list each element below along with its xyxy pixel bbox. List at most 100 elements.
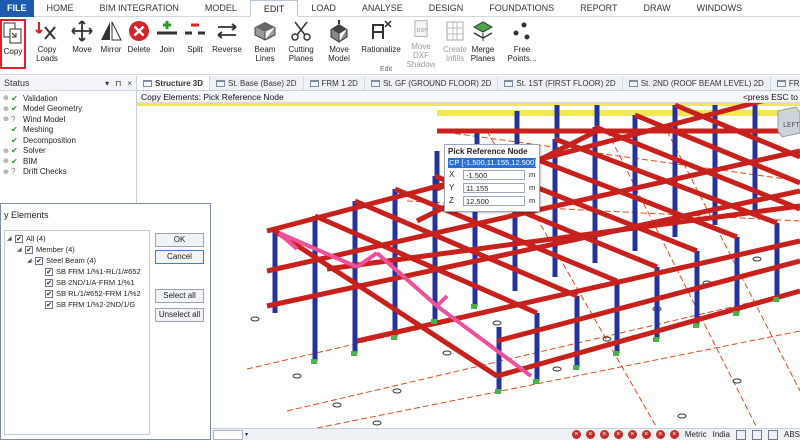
- command-input[interactable]: [213, 429, 243, 440]
- copy-button[interactable]: Copy: [0, 19, 26, 69]
- menu-tab-model[interactable]: MODEL: [192, 0, 250, 17]
- split-button[interactable]: Split: [183, 19, 207, 69]
- rationalize-button[interactable]: Rationalize: [361, 19, 401, 69]
- collapse-icon[interactable]: ◢: [27, 257, 35, 264]
- checkbox-checked[interactable]: ✔: [25, 245, 33, 254]
- expand-icon[interactable]: ⊕: [3, 105, 11, 113]
- checkbox-checked[interactable]: ✔: [45, 267, 53, 276]
- collapse-icon[interactable]: ◢: [17, 246, 25, 253]
- mirror-button[interactable]: Mirror: [98, 19, 124, 69]
- snap-toggle-icon[interactable]: ×: [641, 430, 651, 439]
- menu-tab-foundations[interactable]: FOUNDATIONS: [476, 0, 567, 17]
- status-item-decomposition[interactable]: ✔ Decomposition: [0, 135, 136, 146]
- free-points-button[interactable]: Free Points...: [499, 19, 545, 69]
- panel-pin-icon[interactable]: ⊓: [115, 79, 121, 88]
- menu-tab-windows[interactable]: WINDOWS: [684, 0, 756, 17]
- status-item-meshing[interactable]: ✔ Meshing: [0, 125, 136, 136]
- status-item-bim[interactable]: ⊕ ✔ BIM: [0, 156, 136, 167]
- select-all-button[interactable]: Select all: [155, 289, 204, 303]
- cutting-planes-button[interactable]: Cutting Planes: [287, 19, 315, 69]
- status-item-solver[interactable]: ⊕ ✔ Solver: [0, 146, 136, 157]
- checkbox-checked[interactable]: ✔: [45, 278, 53, 287]
- create-infills-button[interactable]: Create Infills: [442, 19, 468, 69]
- scissors-icon: [291, 21, 311, 41]
- tree-item-steel-beam[interactable]: ◢ ✔ Steel Beam (4): [5, 255, 149, 266]
- red-beams: [266, 91, 800, 379]
- snap-toggle-icon[interactable]: ×: [613, 430, 623, 439]
- tab-structure-3d[interactable]: Structure 3D: [137, 76, 211, 90]
- menu-tab-design[interactable]: DESIGN: [416, 0, 477, 17]
- menu-tab-home[interactable]: HOME: [34, 0, 87, 17]
- tab-st-base-2d[interactable]: St. Base (Base) 2D: [210, 76, 304, 90]
- region-label[interactable]: India: [713, 430, 730, 439]
- menu-tab-report[interactable]: REPORT: [567, 0, 630, 17]
- join-button[interactable]: Join: [155, 19, 179, 69]
- tab-st-gf-2d[interactable]: St. GF (GROUND FLOOR) 2D: [365, 76, 499, 90]
- menu-tab-analyse[interactable]: ANALYSE: [349, 0, 416, 17]
- snap-toggle-icon[interactable]: ×: [655, 430, 665, 439]
- status-item-drift-checks[interactable]: ⊕? Drift Checks: [0, 167, 136, 178]
- tab-st-2nd-2d[interactable]: St. 2ND (ROOF BEAM LEVEL) 2D: [623, 76, 771, 90]
- tree-item-all[interactable]: ◢ ✔ All (4): [5, 233, 149, 244]
- expand-icon[interactable]: ⊕: [3, 94, 11, 102]
- expand-icon[interactable]: ⊕: [3, 168, 11, 176]
- tree-item-beam-2[interactable]: ✔ SB 2ND/1/A-FRM 1/%1: [5, 277, 149, 288]
- checkbox-checked[interactable]: ✔: [35, 256, 43, 265]
- model-3d-drawing[interactable]: [137, 91, 800, 428]
- status-item-label: Decomposition: [23, 135, 76, 145]
- reverse-button[interactable]: Reverse: [210, 19, 244, 69]
- checkbox-checked[interactable]: ✔: [45, 289, 53, 298]
- view-icon[interactable]: [767, 429, 778, 440]
- menu-tab-file[interactable]: FILE: [0, 0, 34, 17]
- filter-icon[interactable]: [751, 429, 762, 440]
- cp-coordinates[interactable]: CP [-1.500,11.155,12.500]m: [448, 158, 536, 168]
- units-label[interactable]: Metric: [685, 430, 707, 439]
- tab-st-1st-2d[interactable]: St. 1ST (FIRST FLOOR) 2D: [498, 76, 623, 90]
- expand-icon[interactable]: ⊕: [3, 147, 11, 155]
- beam-lines-button[interactable]: Beam Lines: [246, 19, 284, 69]
- snap-toggle-icon[interactable]: ×: [599, 430, 609, 439]
- tree-item-beam-1[interactable]: ✔ SB FRM 1/%1-RL/1/#652: [5, 266, 149, 277]
- abs-label[interactable]: ABS: [784, 430, 800, 439]
- menu-tab-draw[interactable]: DRAW: [630, 0, 683, 17]
- menu-tab-edit[interactable]: EDIT: [249, 0, 299, 17]
- dropdown-arrow-icon[interactable]: ▾: [245, 431, 248, 438]
- move-button[interactable]: Move: [70, 19, 94, 69]
- menu-tab-load[interactable]: LOAD: [298, 0, 349, 17]
- merge-planes-button[interactable]: Merge Planes: [470, 19, 496, 69]
- status-item-model-geometry[interactable]: ⊕ ✔ Model Geometry: [0, 104, 136, 115]
- structure-3d-viewport[interactable]: Copy Elements: Pick Reference Node <pres…: [137, 91, 800, 428]
- x-field[interactable]: -1.500: [463, 169, 525, 180]
- tree-item-beam-4[interactable]: ✔ SB FRM 1/%2-2ND/1/G: [5, 299, 149, 310]
- tree-item-beam-3[interactable]: ✔ SB RL/1/#652-FRM 1/%2: [5, 288, 149, 299]
- status-item-wind-model[interactable]: ⊕? Wind Model: [0, 114, 136, 125]
- move-dxf-shadow-button[interactable]: DXF Move DXF Shadow: [403, 19, 439, 69]
- tab-frm-1-2d[interactable]: FRM 1 2D: [304, 76, 365, 90]
- z-field[interactable]: 12.500: [463, 195, 525, 206]
- copy-loads-button[interactable]: Copy Loads: [28, 19, 66, 69]
- expand-icon[interactable]: ⊕: [3, 157, 11, 165]
- panel-menu-icon[interactable]: ▾: [105, 79, 109, 88]
- view-cube[interactable]: LEFT: [774, 105, 800, 139]
- check-icon: ✔: [11, 125, 18, 135]
- y-field[interactable]: 11.155: [463, 182, 525, 193]
- snap-toggle-icon[interactable]: ×: [627, 430, 637, 439]
- tree-item-member[interactable]: ◢ ✔ Member (4): [5, 244, 149, 255]
- delete-button[interactable]: Delete: [126, 19, 152, 69]
- snap-toggle-icon[interactable]: ×: [571, 430, 581, 439]
- unselect-all-button[interactable]: Unselect all: [155, 308, 204, 322]
- axis-icon[interactable]: [735, 429, 746, 440]
- tab-frm-2-2d[interactable]: FRM 2 2D: [771, 76, 800, 90]
- status-item-validation[interactable]: ⊕ ✔ Validation: [0, 93, 136, 104]
- checkbox-checked[interactable]: ✔: [15, 234, 23, 243]
- ok-button[interactable]: OK: [155, 233, 204, 247]
- snap-toggle-icon[interactable]: ×: [669, 430, 679, 439]
- panel-close-icon[interactable]: ×: [127, 79, 132, 88]
- cancel-button[interactable]: Cancel: [155, 250, 204, 264]
- collapse-icon[interactable]: ◢: [7, 235, 15, 242]
- snap-toggle-icon[interactable]: ×: [585, 430, 595, 439]
- move-model-button[interactable]: Move Model: [319, 19, 359, 69]
- menu-tab-bim-integration[interactable]: BIM INTEGRATION: [87, 0, 192, 17]
- expand-icon[interactable]: ⊕: [3, 115, 11, 123]
- checkbox-checked[interactable]: ✔: [45, 300, 53, 309]
